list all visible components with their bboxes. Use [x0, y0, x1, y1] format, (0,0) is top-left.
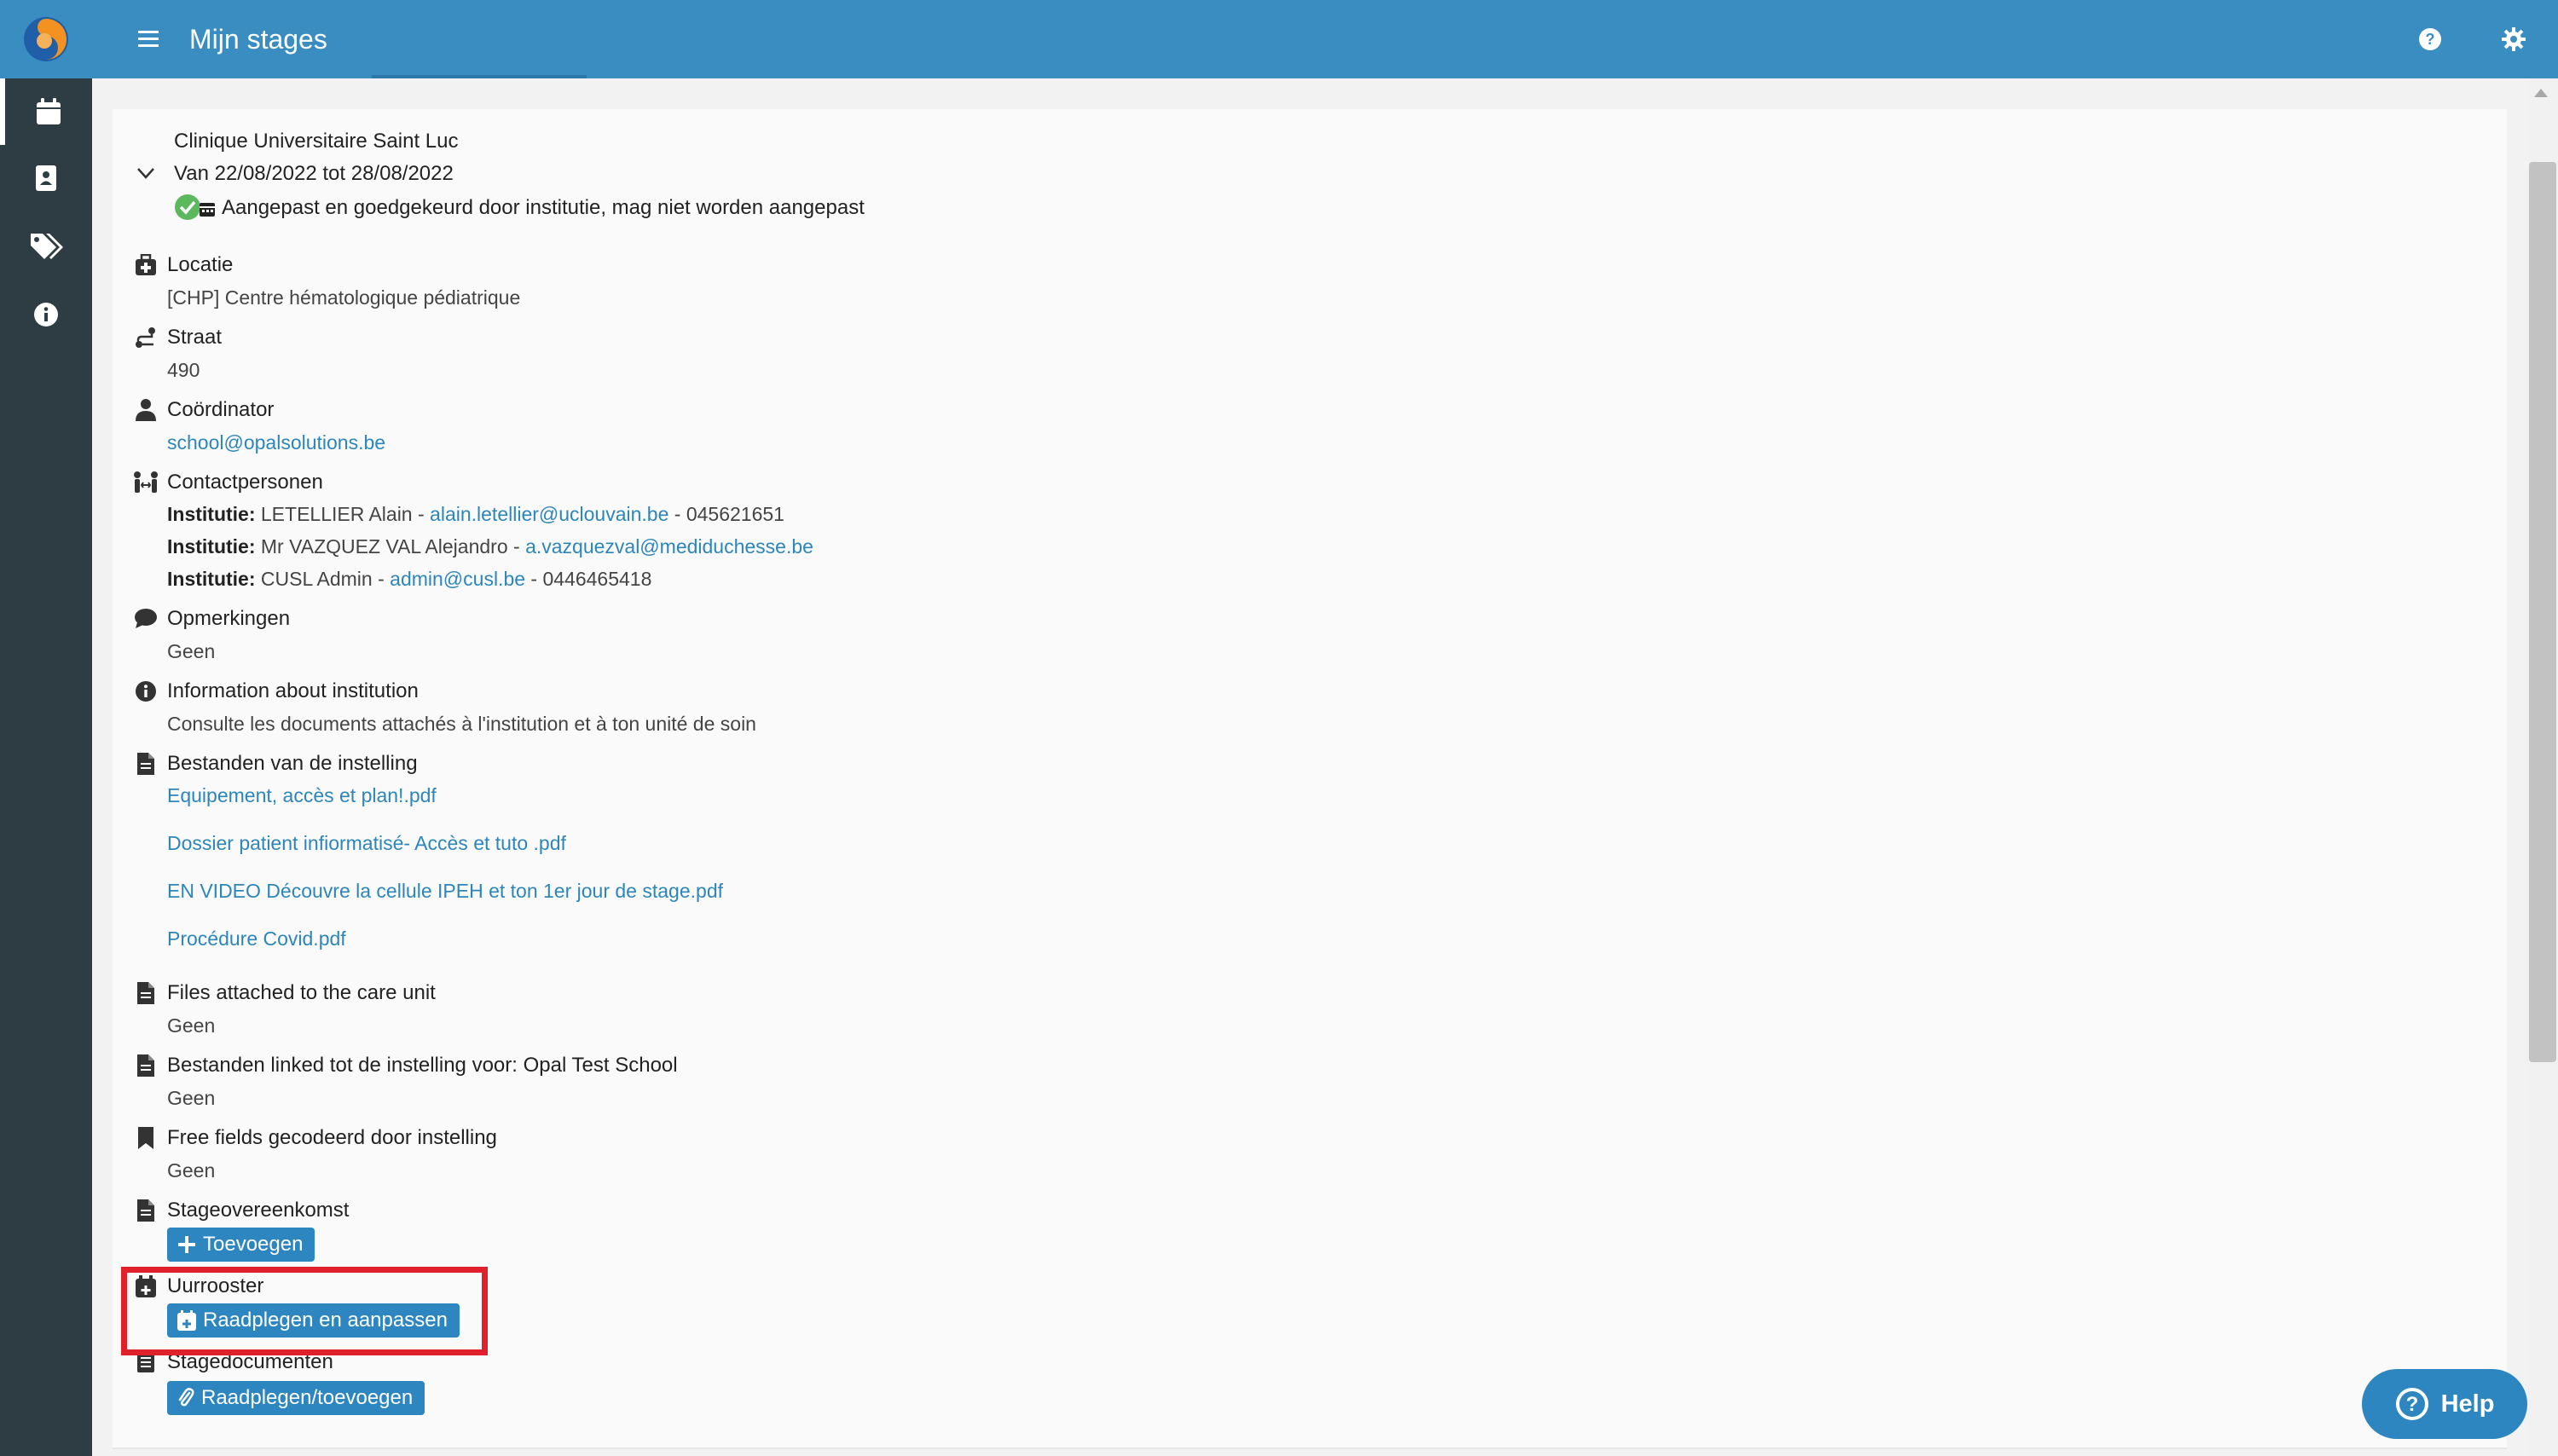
- institution-files-label: Bestanden van de instelling: [167, 752, 418, 775]
- street-value: 490: [167, 359, 200, 381]
- help-button[interactable]: ? Help: [2362, 1369, 2527, 1439]
- scroll-up-arrow-icon[interactable]: [2534, 89, 2548, 97]
- contact-row: Institutie: Mr VAZQUEZ VAL Alejandro - a…: [167, 533, 813, 560]
- street-label: Straat: [167, 326, 223, 349]
- location-value: [CHP] Centre hématologique pédiatrique: [167, 286, 521, 309]
- svg-text:?: ?: [2426, 31, 2435, 48]
- contact-card-icon: [36, 165, 56, 191]
- file-icon: [133, 1198, 159, 1223]
- free-fields-value: Geen: [167, 1159, 216, 1182]
- contact-name: CUSL Admin -: [260, 568, 385, 590]
- comment-icon: [133, 606, 159, 632]
- plus-icon: [178, 1236, 195, 1253]
- document-icon: [133, 1349, 159, 1375]
- institution-info-label: Information about institution: [167, 679, 419, 702]
- remarks-value: Geen: [167, 640, 216, 662]
- remarks-label: Opmerkingen: [167, 607, 291, 630]
- contact-row: Institutie: LETELLIER Alain - alain.lete…: [167, 500, 784, 528]
- file-link[interactable]: Dossier patient infiormatisé- Accès et t…: [167, 829, 566, 857]
- info-icon: [34, 303, 58, 326]
- route-icon: [133, 325, 159, 350]
- file-icon: [133, 1053, 159, 1078]
- calendar-plus-icon: [133, 1274, 159, 1299]
- coordinator-email-link[interactable]: school@opalsolutions.be: [167, 429, 385, 456]
- top-bar: Mijn stages ?: [92, 0, 2558, 78]
- view-edit-schedule-button[interactable]: Raadplegen en aanpassen: [167, 1303, 460, 1338]
- care-unit-files-label: Files attached to the care unit: [167, 981, 436, 1004]
- schedule-label: Uurrooster: [167, 1274, 264, 1297]
- add-agreement-label: Toevoegen: [203, 1233, 304, 1256]
- user-tie-icon: [133, 397, 159, 423]
- contact-phone: - 0446465418: [530, 568, 652, 590]
- linked-files-label: Bestanden linked tot de instelling voor:…: [167, 1054, 678, 1077]
- view-add-documents-button[interactable]: Raadplegen/toevoegen: [167, 1381, 425, 1415]
- contacts-label: Contactpersonen: [167, 471, 323, 494]
- contact-role-label: Institutie:: [167, 535, 256, 558]
- calendar-plus-icon: [177, 1310, 196, 1331]
- add-agreement-button[interactable]: Toevoegen: [167, 1228, 315, 1262]
- contact-email-link[interactable]: admin@cusl.be: [390, 568, 525, 590]
- gear-icon: [2502, 27, 2526, 51]
- file-icon: [133, 980, 159, 1006]
- hospital-icon: [133, 252, 159, 278]
- sidebar-item-contacts[interactable]: [0, 145, 92, 211]
- approval-status: Aangepast en goedgekeurd door institutie…: [222, 196, 865, 219]
- coordinator-label: Coördinator: [167, 398, 275, 421]
- approved-status-icon: [175, 194, 215, 220]
- documents-label: Stagedocumenten: [167, 1350, 333, 1373]
- help-button-label: Help: [2440, 1390, 2495, 1418]
- menu-button[interactable]: [130, 20, 167, 58]
- institution-info-value: Consulte les documents attachés à l'inst…: [167, 713, 756, 735]
- location-label: Locatie: [167, 253, 234, 276]
- view-edit-schedule-label: Raadplegen en aanpassen: [203, 1309, 448, 1332]
- sidebar: [0, 0, 92, 1456]
- linked-files-value: Geen: [167, 1087, 216, 1109]
- file-link[interactable]: Procédure Covid.pdf: [167, 925, 346, 952]
- free-fields-label: Free fields gecodeerd door instelling: [167, 1126, 497, 1149]
- sidebar-item-info[interactable]: [0, 281, 92, 348]
- calendar-icon: [37, 98, 61, 124]
- settings-button[interactable]: [2495, 20, 2532, 58]
- people-arrows-icon: [133, 470, 159, 495]
- care-unit-files-value: Geen: [167, 1014, 216, 1037]
- app-logo[interactable]: [0, 0, 92, 78]
- help-icon-button[interactable]: ?: [2411, 20, 2449, 58]
- tags-icon: [31, 234, 63, 259]
- internship-period: Van 22/08/2022 tot 28/08/2022: [174, 162, 454, 185]
- contact-name: Mr VAZQUEZ VAL Alejandro -: [260, 535, 520, 558]
- contact-email-link[interactable]: a.vazquezval@mediduchesse.be: [525, 535, 813, 558]
- contact-row: Institutie: CUSL Admin - admin@cusl.be -…: [167, 565, 651, 592]
- agreement-label: Stageovereenkomst: [167, 1199, 350, 1222]
- logo-icon: [24, 17, 68, 61]
- contact-phone: - 045621651: [674, 503, 784, 525]
- paperclip-icon: [178, 1388, 194, 1407]
- file-link[interactable]: EN VIDEO Découvre la cellule IPEH et ton…: [167, 877, 723, 904]
- institution-name: Clinique Universitaire Saint Luc: [174, 130, 459, 153]
- contact-role-label: Institutie:: [167, 503, 256, 525]
- sidebar-item-calendar[interactable]: [0, 78, 92, 145]
- file-icon: [133, 751, 159, 777]
- question-circle-icon: ?: [2395, 1388, 2428, 1420]
- file-link[interactable]: Equipement, accès et plan!.pdf: [167, 782, 437, 809]
- contact-email-link[interactable]: alain.letellier@uclouvain.be: [430, 503, 668, 525]
- contact-role-label: Institutie:: [167, 568, 256, 590]
- hamburger-icon: [138, 31, 159, 47]
- bookmark-icon: [133, 1125, 159, 1151]
- view-add-documents-label: Raadplegen/toevoegen: [201, 1386, 414, 1409]
- chevron-down-icon[interactable]: [135, 162, 157, 184]
- page-title: Mijn stages: [189, 24, 327, 55]
- question-circle-icon: ?: [2419, 28, 2441, 50]
- info-circle-icon: [133, 679, 159, 704]
- contact-name: LETELLIER Alain -: [260, 503, 425, 525]
- scrollbar-thumb[interactable]: [2529, 162, 2556, 1062]
- sidebar-item-tags[interactable]: [0, 213, 92, 280]
- svg-text:?: ?: [2405, 1393, 2418, 1416]
